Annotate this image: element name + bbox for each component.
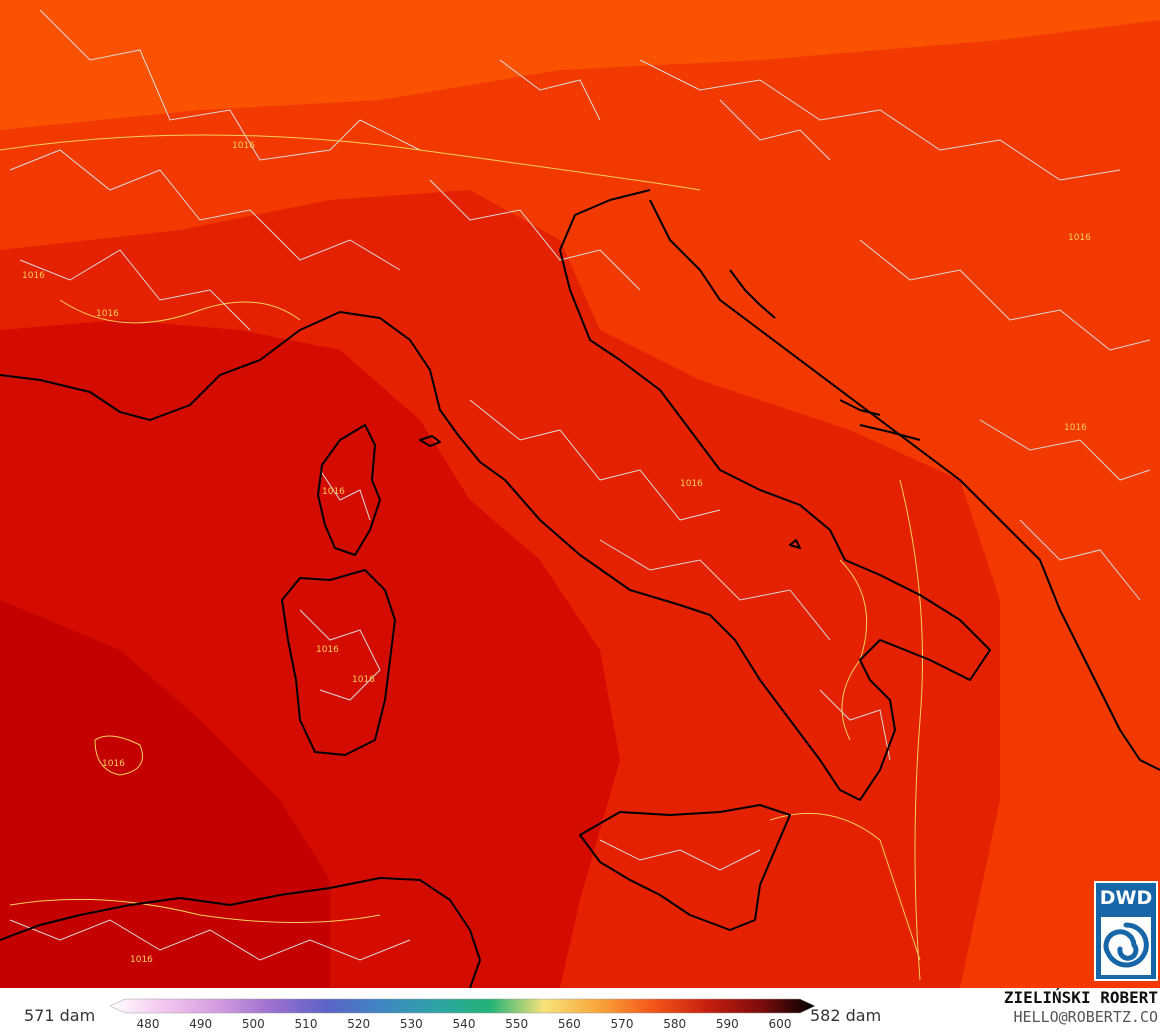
colorbar-tick-label: 480 — [136, 1017, 160, 1031]
colorbar-tick-label: 490 — [189, 1017, 213, 1031]
colorbar-tick-label: 510 — [294, 1017, 318, 1031]
dwd-logo: DWD — [1094, 881, 1158, 981]
isobar-label: 1016 — [232, 141, 255, 151]
isobar-label: 1016 — [322, 487, 345, 497]
isobar-label: 1016 — [316, 645, 339, 655]
isobar-label: 1016 — [130, 955, 153, 965]
geopotential-map: 1016 1016 1016 1016 1016 1016 1016 1016 … — [0, 0, 1160, 988]
isobar-label: 1016 — [680, 479, 703, 489]
colorbar-tick-label: 560 — [557, 1017, 581, 1031]
colorbar-tick-label: 570 — [610, 1017, 634, 1031]
isobar-label: 1016 — [1064, 423, 1087, 433]
colorbar-tick-label: 520 — [347, 1017, 371, 1031]
isobar-label: 1016 — [1068, 233, 1091, 243]
author-email: HELLO@ROBERTZ.CO — [1013, 1008, 1159, 1026]
colorbar-tick-label: 500 — [241, 1017, 265, 1031]
isobar-label: 1016 — [22, 271, 45, 281]
isobar-label: 1016 — [96, 309, 119, 319]
isobar-label: 1016 — [102, 759, 125, 769]
colorbar-ticks: 480 490 500 510 520 530 540 550 560 570 580 590 600 — [0, 1017, 1160, 1033]
colorbar-tick-label: 530 — [399, 1017, 423, 1031]
colorbar-legend: 571 dam 480 490 500 510 520 530 540 550 560 570 58… — [0, 988, 1160, 1035]
colorbar-tick-label: 580 — [663, 1017, 687, 1031]
colorbar-tick-label: 540 — [452, 1017, 476, 1031]
colorbar-tick-label: 590 — [715, 1017, 739, 1031]
credits: ZIELIŃSKI ROBERT HELLO@ROBERTZ.CO — [1004, 988, 1158, 1026]
author-name: ZIELIŃSKI ROBERT — [1003, 988, 1158, 1007]
colorbar-tick-label: 600 — [768, 1017, 792, 1031]
legend-max-label: 582 dam — [810, 1006, 882, 1025]
swirl-icon — [1101, 917, 1151, 975]
isobar-label: 1016 — [352, 675, 375, 685]
dwd-logo-text: DWD — [1099, 887, 1153, 909]
colorbar-fill — [110, 998, 816, 1014]
colorbar-tick-label: 550 — [505, 1017, 529, 1031]
colorbar — [110, 998, 816, 1014]
map-canvas: 1016 1016 1016 1016 1016 1016 1016 1016 … — [0, 0, 1160, 988]
